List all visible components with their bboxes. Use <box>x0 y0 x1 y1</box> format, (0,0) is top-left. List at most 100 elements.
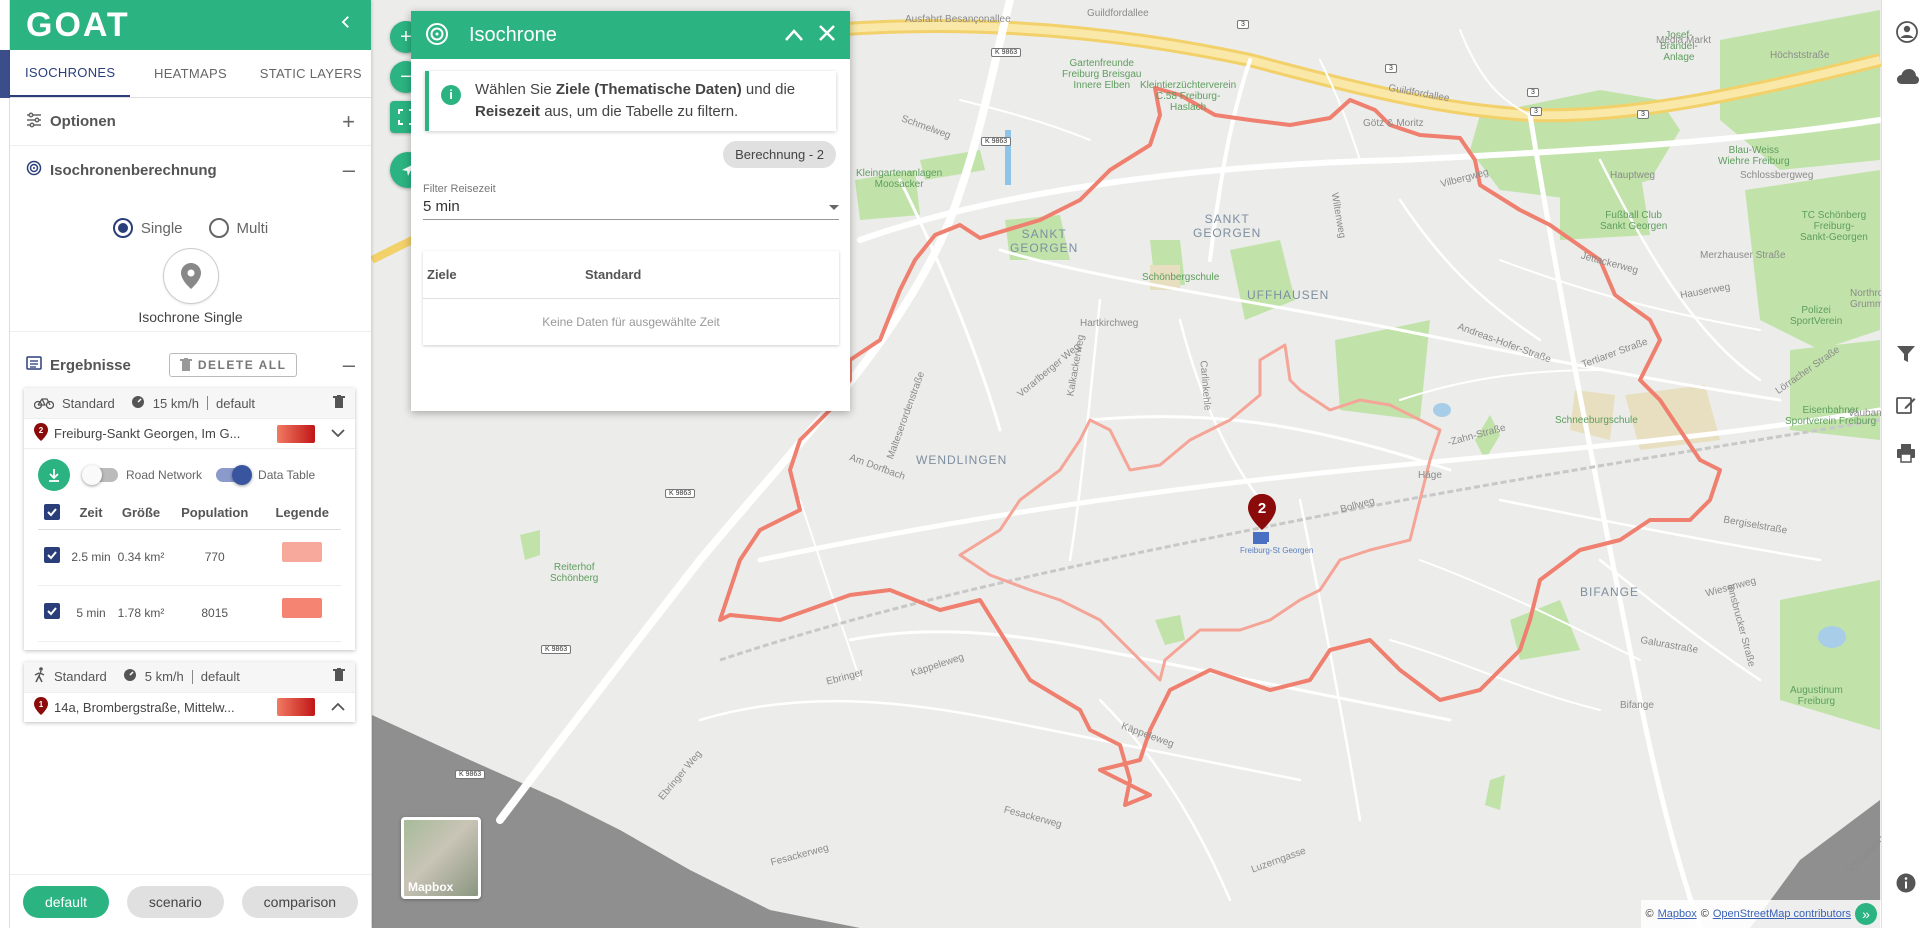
edit-icon[interactable] <box>1896 395 1918 417</box>
result-address: Freiburg-Sankt Georgen, Im G... <box>54 426 241 441</box>
filter-travel-time-select[interactable]: Filter Reisezeit 5 min <box>423 183 839 220</box>
divider <box>191 669 193 684</box>
col-standard: Standard <box>585 267 642 282</box>
walking-icon <box>34 667 46 686</box>
results-collapse-icon[interactable]: – <box>343 352 355 378</box>
attribution-toggle-icon[interactable]: » <box>1855 903 1877 925</box>
speedometer-icon <box>131 395 145 412</box>
options-title: Optionen <box>50 113 116 130</box>
result-card-address-row[interactable]: 2 Freiburg-Sankt Georgen, Im G... <box>24 418 355 448</box>
data-table-toggle[interactable]: Data Table <box>216 465 316 485</box>
result-card-1: Standard 5 km/h default 1 14a, Brombergs… <box>24 661 355 722</box>
road-shield-3-d: 3 <box>1637 110 1649 119</box>
isochrone-dialog: Isochrone i Wählen Sie Ziele (Thematisch… <box>411 11 850 411</box>
tab-static-layers[interactable]: STATIC LAYERS <box>251 50 371 97</box>
row-checkbox[interactable] <box>38 529 66 586</box>
isochrone-calc-section[interactable]: Isochronenberechnung – <box>10 146 371 194</box>
radio-multi-label: Multi <box>236 219 269 237</box>
radio-single[interactable]: Single <box>112 208 183 248</box>
expand-plus-icon[interactable]: + <box>342 109 355 135</box>
result-card-meta: Standard 5 km/h default <box>24 661 355 692</box>
poi-gartenfreunde: Gartenfreunde Freiburg Breisgau Innere Elb… <box>1062 58 1142 91</box>
info-circle-icon[interactable] <box>1896 873 1918 895</box>
road-shield-k9863-d: K 9863 <box>541 645 572 654</box>
delete-all-button[interactable]: DELETE ALL <box>168 353 298 377</box>
cell-legende[interactable] <box>263 585 341 642</box>
isochrone-dialog-header: Isochrone <box>411 11 850 59</box>
cell-groesse: 0.34 km² <box>116 529 166 586</box>
collapse-panel-icon[interactable] <box>337 13 355 37</box>
data-table-label: Data Table <box>258 468 316 482</box>
attribution-copy-1: © <box>1645 908 1654 920</box>
filter-icon[interactable] <box>1896 345 1918 367</box>
left-panel: GOAT ISOCHRONES HEATMAPS STATIC LAYERS O… <box>10 0 371 928</box>
poi-polizei: Polizei SportVerein <box>1790 305 1843 327</box>
isochrone-dialog-title: Isochrone <box>469 23 557 46</box>
mapbox-link[interactable]: Mapbox <box>1658 908 1697 920</box>
district-label-sankt-georgen-small: SANKT GEORGEN <box>1010 227 1079 255</box>
radio-multi[interactable]: Multi <box>208 208 269 248</box>
road-shield-k9863-b: K 9863 <box>981 137 1012 146</box>
street-schloss: Schlossbergweg <box>1740 170 1814 181</box>
delete-result-icon[interactable] <box>333 668 345 685</box>
result-card-address-row[interactable]: 1 14a, Brombergstraße, Mittelw... <box>24 691 355 722</box>
tab-heatmaps[interactable]: HEATMAPS <box>130 50 250 97</box>
road-network-switch[interactable] <box>82 465 118 485</box>
isochrone-marker-2[interactable]: 2 <box>1248 494 1276 530</box>
options-section[interactable]: Optionen + <box>10 98 371 146</box>
result-color-chip[interactable] <box>277 698 315 716</box>
radio-multi-indicator <box>208 218 229 238</box>
app-logo: GOAT <box>26 5 130 44</box>
result-marker-icon: 2 <box>34 423 48 444</box>
result-table-header: Zeit Größe Population Legende <box>38 497 341 530</box>
scenario-bar: default scenario comparison <box>10 874 371 928</box>
scenario-label: default <box>200 669 240 684</box>
panel-header: GOAT <box>10 0 371 50</box>
road-network-toggle[interactable]: Road Network <box>82 465 203 485</box>
scenario-scenario-button[interactable]: scenario <box>126 885 224 918</box>
road-shield-k9863-a: K 9863 <box>991 48 1022 57</box>
cloud-icon[interactable] <box>1896 68 1919 90</box>
calculation-chip[interactable]: Berechnung - 2 <box>723 141 836 168</box>
chevron-down-icon[interactable] <box>331 426 345 441</box>
delete-result-icon[interactable] <box>333 394 345 412</box>
info-alert-text: Wählen Sie Ziele (Thematische Daten) und… <box>475 81 796 120</box>
district-label-bifange: BIFANGE <box>1580 585 1640 599</box>
isochrone-single-button[interactable] <box>162 248 219 304</box>
row-checkbox[interactable] <box>38 585 66 642</box>
select-all-checkbox[interactable] <box>38 497 66 530</box>
district-label-sankt-georgen: SANKT GEORGEN <box>1193 212 1262 240</box>
cell-zeit: 2.5 min <box>66 529 116 586</box>
chevron-up-icon[interactable] <box>784 22 804 48</box>
cell-legende[interactable] <box>263 529 341 586</box>
collapse-minus-icon[interactable]: – <box>343 157 355 183</box>
road-shield-3-b: 3 <box>1385 64 1397 73</box>
dropdown-arrow-icon[interactable] <box>829 198 839 215</box>
data-table-switch[interactable] <box>216 465 253 485</box>
chevron-up-icon[interactable] <box>331 700 345 715</box>
download-button[interactable] <box>38 459 70 491</box>
osm-link[interactable]: OpenStreetMap contributors <box>1713 908 1851 920</box>
tab-isochrones[interactable]: ISOCHRONES <box>10 50 131 97</box>
close-icon[interactable] <box>818 22 836 48</box>
scenario-default-button[interactable]: default <box>22 885 109 918</box>
scenario-comparison-button[interactable]: comparison <box>241 885 359 918</box>
filter-value-row[interactable]: 5 min <box>423 198 839 220</box>
filter-label: Filter Reisezeit <box>423 183 496 195</box>
result-color-chip[interactable] <box>277 424 315 443</box>
radio-single-indicator <box>112 218 133 238</box>
scenario-label: default <box>216 395 256 411</box>
road-network-label: Road Network <box>126 468 203 482</box>
account-icon[interactable] <box>1896 21 1918 43</box>
col-population: Population <box>166 497 264 530</box>
mode-radio-group: Single Multi <box>10 194 371 248</box>
left-strip <box>0 0 10 928</box>
basemap-switcher[interactable]: Mapbox <box>401 817 481 899</box>
print-icon[interactable] <box>1896 443 1918 465</box>
legend-swatch[interactable] <box>282 598 323 618</box>
map-pin-icon <box>180 263 201 289</box>
isochrone-single-label: Isochrone Single <box>138 309 243 325</box>
street-bifange: Bifange <box>1620 700 1654 711</box>
isochrone-poi-table: Ziele Standard Keine Daten für ausgewähl… <box>423 251 839 345</box>
legend-swatch[interactable] <box>282 542 323 562</box>
